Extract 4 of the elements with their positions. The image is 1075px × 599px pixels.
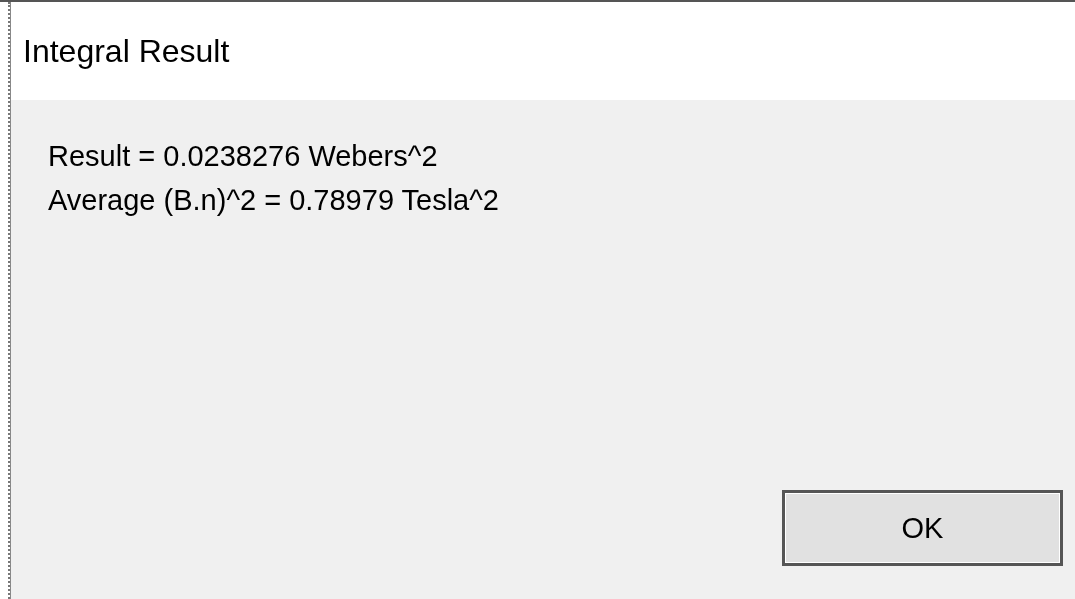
message-text: Result = 0.0238276 Webers^2	[48, 139, 439, 174]
window-title: Integral Result	[23, 32, 230, 70]
ok-button[interactable]: OK	[782, 490, 1063, 566]
message-text: Average (B.n)^2 = 0.78979 Tesla^2	[48, 183, 500, 218]
